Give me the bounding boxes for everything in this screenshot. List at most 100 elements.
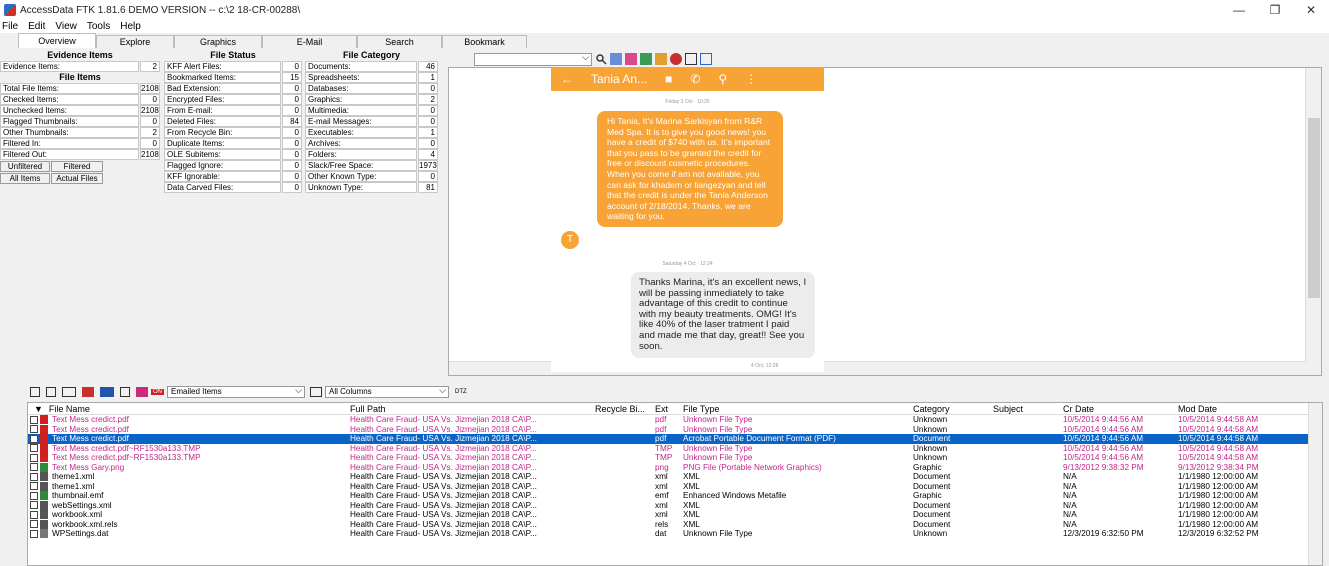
row-checkbox[interactable] (30, 415, 38, 424)
minimize-button[interactable]: — (1221, 0, 1257, 20)
file-items-header: File Items (59, 72, 101, 82)
file-type-cell: Unknown File Type (683, 529, 753, 538)
export-icon[interactable] (100, 387, 114, 397)
row-checkbox[interactable] (30, 501, 38, 510)
row-checkbox[interactable] (30, 520, 38, 529)
filter-icon[interactable] (136, 387, 148, 397)
column-header-full-path[interactable]: Full Path (348, 403, 593, 414)
row-checkbox[interactable] (30, 491, 38, 500)
row-checkbox[interactable] (30, 434, 38, 443)
column-header-category[interactable]: Category (911, 403, 991, 414)
table-row[interactable]: theme1.xml Health Care Fraud- USA Vs. Jiz… (28, 472, 1322, 482)
close-button[interactable]: ✕ (1293, 0, 1329, 20)
file-category-panel: File Category Documents: 46 Spreadsheets: 1… (305, 50, 438, 206)
toolbar-icon-c[interactable] (640, 53, 652, 65)
row-checkbox[interactable] (30, 425, 38, 434)
toolbar-icon-e[interactable] (670, 53, 682, 65)
category-cell: Unknown (913, 453, 948, 462)
table-row[interactable]: thumbnail.emf Health Care Fraud- USA Vs. … (28, 491, 1322, 501)
viewer-zoom-select[interactable] (474, 52, 592, 66)
row-checkbox[interactable] (30, 453, 38, 462)
tab-bookmark[interactable]: Bookmark (442, 35, 527, 48)
tab-explore[interactable]: Explore (96, 35, 174, 48)
column-header-ext[interactable]: Ext (653, 403, 681, 414)
dtz-label[interactable]: DTZ (455, 389, 467, 395)
table-row[interactable]: workbook.xml.rels Health Care Fraud- USA … (28, 520, 1322, 530)
menu-file[interactable]: File (2, 21, 18, 32)
table-row[interactable]: Text Mess credict.pdf Health Care Fraud- … (28, 425, 1322, 435)
table-row[interactable]: Text Mess credict.pdf~RF1530a133.TMP Heal… (28, 444, 1322, 454)
menu-view[interactable]: View (55, 21, 77, 32)
filtered-button[interactable]: Filtered (51, 160, 103, 172)
stat-value: 0 (282, 182, 302, 193)
tab-email[interactable]: E-Mail (262, 35, 357, 48)
find-icon[interactable] (595, 53, 607, 65)
stat-value: 0 (282, 94, 302, 105)
menu-edit[interactable]: Edit (28, 21, 45, 32)
tab-overview[interactable]: Overview (18, 33, 96, 48)
toolbar-icon-d[interactable] (655, 53, 667, 65)
table-row[interactable]: webSettings.xml Health Care Fraud- USA Vs… (28, 501, 1322, 511)
list-view-icon[interactable] (46, 387, 56, 397)
column-header-cr-date[interactable]: Cr Date (1061, 403, 1176, 414)
toolbar-icon-f[interactable] (685, 53, 697, 65)
tab-search[interactable]: Search (357, 35, 442, 48)
check-all-icon[interactable] (30, 387, 40, 397)
table-row[interactable]: Text Mess Gary.png Health Care Fraud- USA… (28, 463, 1322, 473)
columns-select[interactable]: All Columns (325, 385, 449, 398)
filter-select[interactable]: Emailed Items (167, 385, 305, 398)
toolbar-icon-a[interactable] (610, 53, 622, 65)
ext-cell: png (655, 462, 669, 472)
bookmark-icon[interactable] (82, 387, 94, 397)
chat-contact-name: Tania An... (591, 72, 648, 86)
stat-row: Flagged Ignore: 0 (164, 160, 302, 171)
menu-help[interactable]: Help (120, 21, 141, 32)
grid-view-icon[interactable] (62, 387, 76, 397)
viewer-vertical-scrollbar[interactable] (1305, 68, 1321, 375)
stat-row: Total File Items: 2108 (0, 83, 160, 94)
cr-date-cell: N/A (1063, 510, 1077, 519)
table-row[interactable]: workbook.xml Health Care Fraud- USA Vs. J… (28, 510, 1322, 520)
row-checkbox[interactable] (30, 444, 38, 453)
file-type-cell: Unknown File Type (683, 453, 753, 462)
list-vertical-scrollbar[interactable] (1308, 403, 1322, 565)
filter-on-badge[interactable]: ON (151, 389, 164, 395)
unfiltered-button[interactable]: Unfiltered (0, 160, 50, 172)
restore-button[interactable]: ❐ (1257, 0, 1293, 20)
table-row[interactable]: Text Mess credict.pdf Health Care Fraud- … (28, 415, 1322, 425)
all-items-button[interactable]: All Items (0, 172, 50, 184)
subject-cell (991, 520, 1061, 530)
table-row[interactable]: Text Mess credict.pdf~RF1530a133.TMP Heal… (28, 453, 1322, 463)
columns-icon[interactable] (310, 387, 322, 397)
column-header-file-name[interactable]: ▼ File Name (28, 403, 348, 414)
recycle-bin-cell (593, 415, 653, 425)
row-checkbox[interactable] (30, 472, 38, 481)
row-checkbox[interactable] (30, 482, 38, 491)
file-name-cell: WPSettings.dat (52, 529, 109, 538)
table-row[interactable]: theme1.xml Health Care Fraud- USA Vs. Jiz… (28, 482, 1322, 492)
stat-row: Graphics: 2 (305, 94, 438, 105)
row-checkbox[interactable] (30, 510, 38, 519)
stat-row: Bad Extension: 0 (164, 83, 302, 94)
full-path-cell: Health Care Fraud- USA Vs. Jizmejian 201… (350, 510, 537, 519)
column-header-mod-date[interactable]: Mod Date (1176, 403, 1296, 414)
menu-tools[interactable]: Tools (87, 21, 110, 32)
toolbar-icon-b[interactable] (625, 53, 637, 65)
recycle-bin-cell (593, 529, 653, 539)
column-header-recycle-bin[interactable]: Recycle Bi... (593, 403, 653, 414)
full-path-cell: Health Care Fraud- USA Vs. Jizmejian 201… (350, 529, 537, 538)
recycle-bin-cell (593, 491, 653, 501)
stat-value: 46 (418, 61, 438, 72)
copy-icon[interactable] (120, 387, 130, 397)
column-header-file-type[interactable]: File Type (681, 403, 911, 414)
column-header-subject[interactable]: Subject (991, 403, 1061, 414)
table-row[interactable]: WPSettings.dat Health Care Fraud- USA Vs.… (28, 529, 1322, 539)
chat-date-stamp: Friday 3 Oct · 10:25 (665, 99, 710, 105)
table-row[interactable]: Text Mess credict.pdf Health Care Fraud- … (28, 434, 1322, 444)
actual-files-button[interactable]: Actual Files (51, 172, 103, 184)
toolbar-icon-g[interactable] (700, 53, 712, 65)
tab-graphics[interactable]: Graphics (174, 35, 262, 48)
ext-cell: pdf (655, 424, 667, 434)
row-checkbox[interactable] (30, 529, 38, 538)
row-checkbox[interactable] (30, 463, 38, 472)
